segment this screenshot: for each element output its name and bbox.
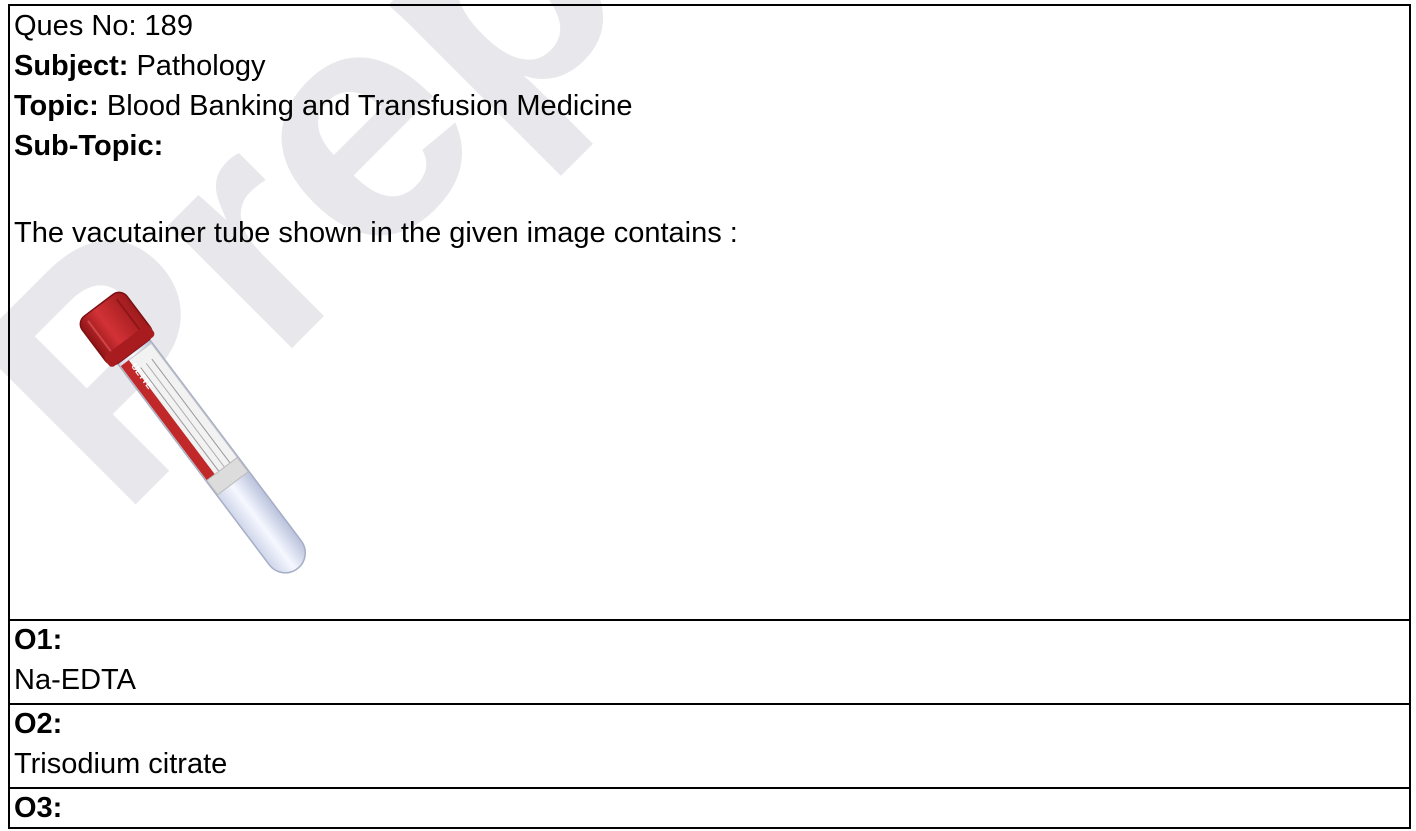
subject-label: Subject: [14,50,129,82]
subject-line: Subject: Pathology [14,46,1409,86]
question-block: Ques No: 189 Subject: Pathology Topic: B… [8,4,1411,619]
option-1-text: Na-EDTA [14,664,136,696]
option-2-text: Trisodium citrate [14,748,228,780]
question-text: The vacutainer tube shown in the given i… [14,217,738,249]
question-number: Ques No: 189 [14,6,1409,46]
option-2-label: O2: [14,708,63,740]
topic-line: Topic: Blood Banking and Transfusion Med… [14,86,1409,126]
option-2: O2: Trisodium citrate [8,703,1411,787]
topic-label: Topic: [14,90,99,122]
option-3-label: O3: [14,792,63,824]
vacutainer-tube-icon: UETTE [79,291,307,574]
subtopic-line: Sub-Topic: [14,126,1409,170]
option-1: O1: Na-EDTA [8,619,1411,703]
question-sheet: Ques No: 189 Subject: Pathology Topic: B… [8,4,1411,829]
question-number-text: Ques No: 189 [14,10,193,42]
option-1-label: O1: [14,624,63,656]
subject-value: Pathology [136,50,266,82]
subtopic-label: Sub-Topic: [14,130,164,162]
option-3: O3: [8,787,1411,829]
topic-value: Blood Banking and Transfusion Medicine [106,90,633,122]
